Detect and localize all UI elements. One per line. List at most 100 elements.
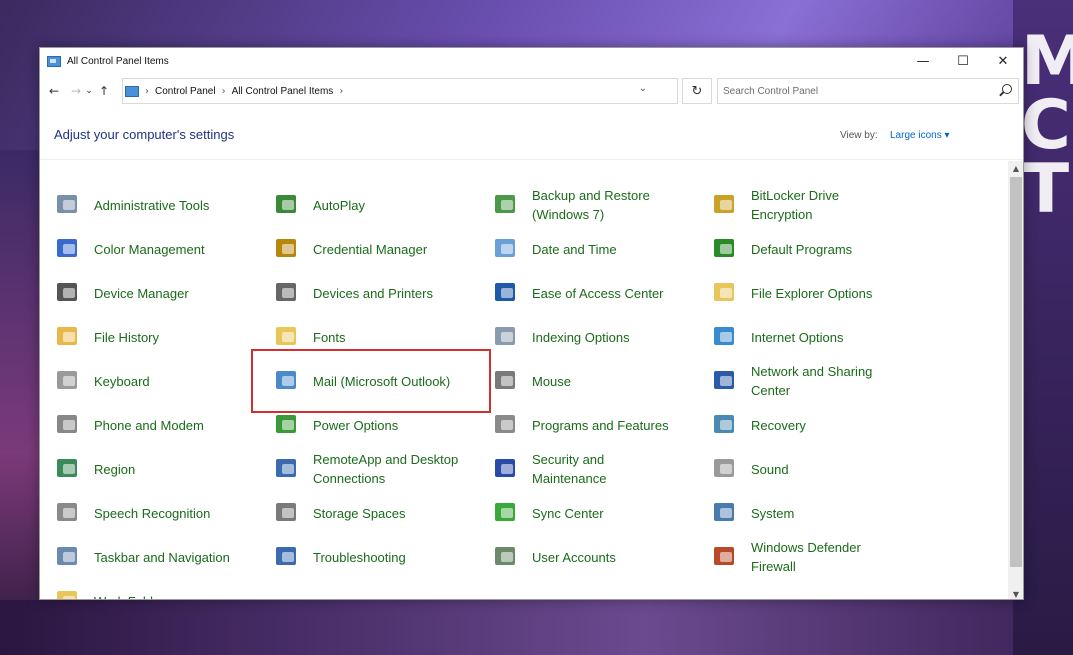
control-panel-item[interactable]: Taskbar and Navigation (40, 537, 255, 577)
address-dropdown-button[interactable]: ⌄ (639, 83, 647, 94)
control-panel-item[interactable]: Network and Sharing Center (697, 361, 912, 401)
control-panel-item-label: Devices and Printers (313, 285, 433, 301)
control-panel-item-label: Security and Maintenance (532, 452, 607, 486)
control-panel-item[interactable]: Windows Defender Firewall (697, 537, 912, 577)
control-panel-item-label: Troubleshooting (313, 549, 406, 565)
control-panel-item[interactable]: Keyboard (40, 361, 255, 401)
network-sharing-icon (711, 367, 739, 395)
title-bar[interactable]: All Control Panel Items — ☐ ✕ (40, 48, 1023, 74)
phone-modem-icon (54, 411, 82, 439)
desktop-background-left (0, 150, 40, 655)
address-bar[interactable]: › Control Panel › All Control Panel Item… (122, 78, 678, 104)
control-panel-item[interactable]: Work Folders (40, 581, 255, 599)
control-panel-item[interactable]: Credential Manager (259, 229, 474, 269)
recent-locations-button[interactable]: ⌄ (84, 81, 94, 101)
control-panel-item-label: Fonts (313, 329, 346, 345)
control-panel-item[interactable]: Color Management (40, 229, 255, 269)
control-panel-item[interactable]: Power Options (259, 405, 474, 445)
indexing-options-icon (492, 323, 520, 351)
control-panel-item[interactable]: Ease of Access Center (478, 273, 693, 313)
search-icon[interactable] (1002, 84, 1012, 94)
control-panel-item-label: Mouse (532, 373, 572, 389)
device-manager-icon (54, 279, 82, 307)
control-panel-item[interactable]: Fonts (259, 317, 474, 357)
control-panel-item-label: Recovery (751, 417, 806, 433)
control-panel-item[interactable]: Date and Time (478, 229, 693, 269)
work-folders-icon (54, 587, 82, 599)
control-panel-item[interactable]: Mail (Microsoft Outlook) (259, 361, 474, 401)
troubleshooting-icon (273, 543, 301, 571)
control-panel-icon (125, 85, 139, 97)
control-panel-item[interactable]: Indexing Options (478, 317, 693, 357)
color-management-icon (54, 235, 82, 263)
programs-features-icon (492, 411, 520, 439)
scroll-down-arrow[interactable]: ▼ (1008, 587, 1023, 599)
close-button[interactable]: ✕ (983, 48, 1023, 74)
administrative-tools-icon (54, 191, 82, 219)
control-panel-item[interactable]: Default Programs (697, 229, 912, 269)
control-panel-item[interactable]: Security and Maintenance (478, 449, 693, 489)
control-panel-item[interactable]: Sound (697, 449, 912, 489)
control-panel-item[interactable]: Devices and Printers (259, 273, 474, 313)
control-panel-item-label: Taskbar and Navigation (94, 549, 230, 565)
control-panel-item[interactable]: System (697, 493, 912, 533)
forward-button[interactable]: → (68, 81, 84, 101)
breadcrumb-separator[interactable]: › (222, 86, 226, 97)
search-input[interactable] (723, 85, 993, 97)
control-panel-item[interactable]: File Explorer Options (697, 273, 912, 313)
view-by-dropdown[interactable]: Large icons ▾ (890, 130, 950, 141)
window-controls: — ☐ ✕ (903, 48, 1023, 74)
scroll-up-arrow[interactable]: ▲ (1008, 161, 1023, 175)
control-panel-item[interactable]: RemoteApp and Desktop Connections (259, 449, 474, 489)
breadcrumb-all-items[interactable]: All Control Panel Items (232, 86, 334, 97)
sound-icon (711, 455, 739, 483)
control-panel-item[interactable]: File History (40, 317, 255, 357)
maximize-button[interactable]: ☐ (943, 48, 983, 74)
refresh-button[interactable]: ↻ (682, 78, 712, 104)
control-panel-item[interactable]: AutoPlay (259, 185, 474, 225)
control-panel-item[interactable]: Phone and Modem (40, 405, 255, 445)
control-panel-item-label: Date and Time (532, 241, 617, 257)
fonts-icon (273, 323, 301, 351)
control-panel-item-label: Color Management (94, 241, 205, 257)
control-panel-item[interactable]: User Accounts (478, 537, 693, 577)
control-panel-item-label: Region (94, 461, 136, 477)
control-panel-item[interactable]: Sync Center (478, 493, 693, 533)
scroll-thumb[interactable] (1010, 177, 1022, 567)
control-panel-item-label: Internet Options (751, 329, 844, 345)
breadcrumb-control-panel[interactable]: Control Panel (155, 86, 216, 97)
mail-outlook-icon (273, 367, 301, 395)
control-panel-window: All Control Panel Items — ☐ ✕ ← → ⌄ ↑ › … (39, 47, 1024, 600)
control-panel-item[interactable]: BitLocker Drive Encryption (697, 185, 912, 225)
back-button[interactable]: ← (46, 81, 62, 101)
search-box[interactable] (717, 78, 1019, 104)
breadcrumb-separator[interactable]: › (339, 86, 343, 97)
navigation-bar: ← → ⌄ ↑ › Control Panel › All Control Pa… (40, 77, 1023, 105)
minimize-button[interactable]: — (903, 48, 943, 74)
control-panel-item[interactable]: Region (40, 449, 255, 489)
control-panel-item-label: File Explorer Options (751, 285, 873, 301)
control-panel-item[interactable]: Internet Options (697, 317, 912, 357)
devices-printers-icon (273, 279, 301, 307)
control-panel-item[interactable]: Speech Recognition (40, 493, 255, 533)
control-panel-item[interactable]: Troubleshooting (259, 537, 474, 577)
control-panel-icon (47, 55, 61, 67)
control-panel-item[interactable]: Storage Spaces (259, 493, 474, 533)
region-icon (54, 455, 82, 483)
vertical-scrollbar[interactable]: ▲ ▼ (1008, 161, 1023, 599)
firewall-icon (711, 543, 739, 571)
control-panel-item[interactable]: Recovery (697, 405, 912, 445)
up-button[interactable]: ↑ (96, 81, 112, 101)
autoplay-icon (273, 191, 301, 219)
credential-manager-icon (273, 235, 301, 263)
control-panel-item-label: Phone and Modem (94, 417, 204, 433)
control-panel-item[interactable]: Mouse (478, 361, 693, 401)
control-panel-item-label: System (751, 505, 795, 521)
default-programs-icon (711, 235, 739, 263)
control-panel-item[interactable]: Backup and Restore (Windows 7) (478, 185, 693, 225)
mouse-icon (492, 367, 520, 395)
control-panel-item[interactable]: Administrative Tools (40, 185, 255, 225)
control-panel-item[interactable]: Device Manager (40, 273, 255, 313)
control-panel-item[interactable]: Programs and Features (478, 405, 693, 445)
control-panel-item-label: Administrative Tools (94, 197, 210, 213)
